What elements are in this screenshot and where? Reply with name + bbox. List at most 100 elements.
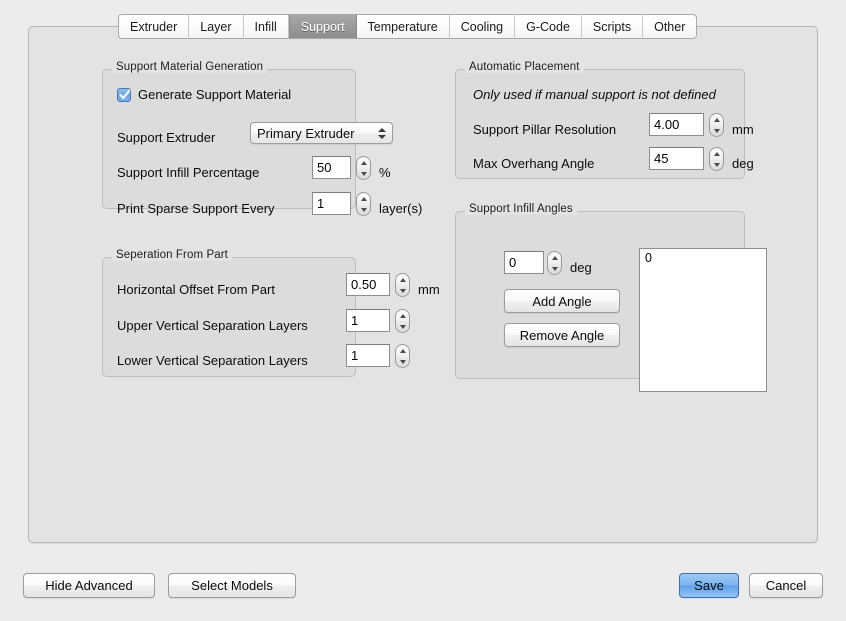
max-overhang-angle-label: Max Overhang Angle xyxy=(473,156,595,171)
remove-angle-button[interactable]: Remove Angle xyxy=(504,323,620,347)
hide-advanced-button[interactable]: Hide Advanced xyxy=(23,573,155,598)
support-extruder-value: Primary Extruder xyxy=(257,125,355,141)
max-overhang-angle-unit: deg xyxy=(732,156,754,171)
lower-vertical-separation-input[interactable]: 1 xyxy=(346,344,390,367)
lower-vertical-separation-label: Lower Vertical Separation Layers xyxy=(117,353,308,368)
tab-label: Extruder xyxy=(130,19,178,34)
group-legend: Support Material Generation xyxy=(112,61,268,73)
stepper-down-icon[interactable] xyxy=(360,171,367,176)
max-overhang-angle-input[interactable]: 45 xyxy=(649,147,704,170)
stepper-up-icon[interactable] xyxy=(399,277,406,282)
support-pillar-resolution-unit: mm xyxy=(732,122,754,137)
save-button[interactable]: Save xyxy=(679,573,739,598)
tab-temperature[interactable]: Temperature xyxy=(356,14,450,39)
checkbox-label: Generate Support Material xyxy=(138,87,292,102)
lower-vertical-separation-stepper[interactable] xyxy=(395,344,410,368)
tab-support[interactable]: Support xyxy=(288,14,357,39)
cancel-button[interactable]: Cancel xyxy=(749,573,823,598)
field-value: 0.50 xyxy=(351,277,377,292)
group-automatic-placement: Automatic Placement Only used if manual … xyxy=(455,61,754,179)
stepper-down-icon[interactable] xyxy=(399,324,406,329)
stepper-down-icon[interactable] xyxy=(360,207,367,212)
upper-vertical-separation-label: Upper Vertical Separation Layers xyxy=(117,318,308,333)
field-value: 4.00 xyxy=(654,117,680,132)
horizontal-offset-unit: mm xyxy=(418,282,440,297)
button-label: Select Models xyxy=(191,578,273,593)
tab-layer[interactable]: Layer xyxy=(189,14,244,39)
print-sparse-support-every-stepper[interactable] xyxy=(356,192,371,216)
print-sparse-support-every-label: Print Sparse Support Every xyxy=(117,201,275,216)
automatic-placement-note: Only used if manual support is not defin… xyxy=(473,87,716,102)
tab-label: Infill xyxy=(254,19,277,34)
stepper-up-icon[interactable] xyxy=(399,348,406,353)
support-pillar-resolution-stepper[interactable] xyxy=(709,113,724,137)
stepper-down-icon[interactable] xyxy=(713,162,720,167)
tab-label: Temperature xyxy=(367,19,438,34)
settings-dialog: Extruder Layer Infill Support Temperatur… xyxy=(0,0,846,621)
list-item[interactable]: 0 xyxy=(645,251,766,266)
support-pillar-resolution-label: Support Pillar Resolution xyxy=(473,122,617,137)
group-separation-from-part: Seperation From Part Horizontal Offset F… xyxy=(102,249,440,377)
stepper-up-icon[interactable] xyxy=(713,151,720,156)
infill-angle-input[interactable]: 0 xyxy=(504,251,544,274)
stepper-down-icon[interactable] xyxy=(713,128,720,133)
tab-gcode[interactable]: G-Code xyxy=(515,14,582,39)
tab-label: Support xyxy=(300,19,345,34)
tab-bar: Extruder Layer Infill Support Temperatur… xyxy=(118,14,698,39)
chevron-updown-icon xyxy=(377,127,386,139)
max-overhang-angle-stepper[interactable] xyxy=(709,147,724,171)
upper-vertical-separation-input[interactable]: 1 xyxy=(346,309,390,332)
support-extruder-select[interactable]: Primary Extruder xyxy=(250,122,393,144)
stepper-up-icon[interactable] xyxy=(399,313,406,318)
tab-label: G-Code xyxy=(526,19,570,34)
group-support-material-generation: Support Material Generation Generate Sup… xyxy=(102,61,422,216)
support-pillar-resolution-input[interactable]: 4.00 xyxy=(649,113,704,136)
tab-cooling[interactable]: Cooling xyxy=(449,14,516,39)
support-infill-percentage-unit: % xyxy=(379,165,391,180)
horizontal-offset-input[interactable]: 0.50 xyxy=(346,273,390,296)
button-label: Save xyxy=(694,578,724,593)
button-label: Hide Advanced xyxy=(45,578,133,593)
tab-infill[interactable]: Infill xyxy=(243,14,289,39)
button-label: Remove Angle xyxy=(519,327,605,343)
field-value: 45 xyxy=(654,151,669,166)
field-value: 0 xyxy=(509,255,517,270)
group-legend: Seperation From Part xyxy=(112,249,232,261)
tab-label: Layer xyxy=(200,19,232,34)
stepper-down-icon[interactable] xyxy=(399,359,406,364)
tab-label: Scripts xyxy=(592,19,632,34)
checkbox-checked-icon xyxy=(117,87,131,102)
stepper-up-icon[interactable] xyxy=(360,160,367,165)
button-label: Add Angle xyxy=(532,293,592,309)
stepper-up-icon[interactable] xyxy=(360,196,367,201)
button-label: Cancel xyxy=(765,578,807,593)
angle-list[interactable]: 0 xyxy=(639,248,767,392)
support-infill-percentage-stepper[interactable] xyxy=(356,156,371,180)
tab-other[interactable]: Other xyxy=(643,14,698,39)
select-models-button[interactable]: Select Models xyxy=(168,573,296,598)
support-extruder-label: Support Extruder xyxy=(117,130,216,145)
group-support-infill-angles: Support Infill Angles 0 deg Add Angle Re… xyxy=(455,203,767,392)
print-sparse-support-every-input[interactable]: 1 xyxy=(312,192,351,215)
horizontal-offset-label: Horizontal Offset From Part xyxy=(117,282,275,297)
horizontal-offset-stepper[interactable] xyxy=(395,273,410,297)
stepper-up-icon[interactable] xyxy=(551,255,558,260)
stepper-down-icon[interactable] xyxy=(551,266,558,271)
tab-scripts[interactable]: Scripts xyxy=(581,14,644,39)
field-value: 1 xyxy=(351,348,359,363)
group-legend: Support Infill Angles xyxy=(465,203,577,215)
upper-vertical-separation-stepper[interactable] xyxy=(395,309,410,333)
support-infill-percentage-label: Support Infill Percentage xyxy=(117,165,260,180)
support-infill-percentage-input[interactable]: 50 xyxy=(312,156,351,179)
stepper-down-icon[interactable] xyxy=(399,288,406,293)
print-sparse-support-every-unit: layer(s) xyxy=(379,201,423,216)
infill-angle-stepper[interactable] xyxy=(547,251,562,275)
tab-extruder[interactable]: Extruder xyxy=(118,14,190,39)
field-value: 1 xyxy=(351,313,359,328)
generate-support-material-checkbox[interactable]: Generate Support Material xyxy=(117,87,291,102)
field-value: 1 xyxy=(317,196,325,211)
tab-label: Cooling xyxy=(460,19,504,34)
tab-panel-support: Support Material Generation Generate Sup… xyxy=(28,26,818,543)
stepper-up-icon[interactable] xyxy=(713,117,720,122)
add-angle-button[interactable]: Add Angle xyxy=(504,289,620,313)
